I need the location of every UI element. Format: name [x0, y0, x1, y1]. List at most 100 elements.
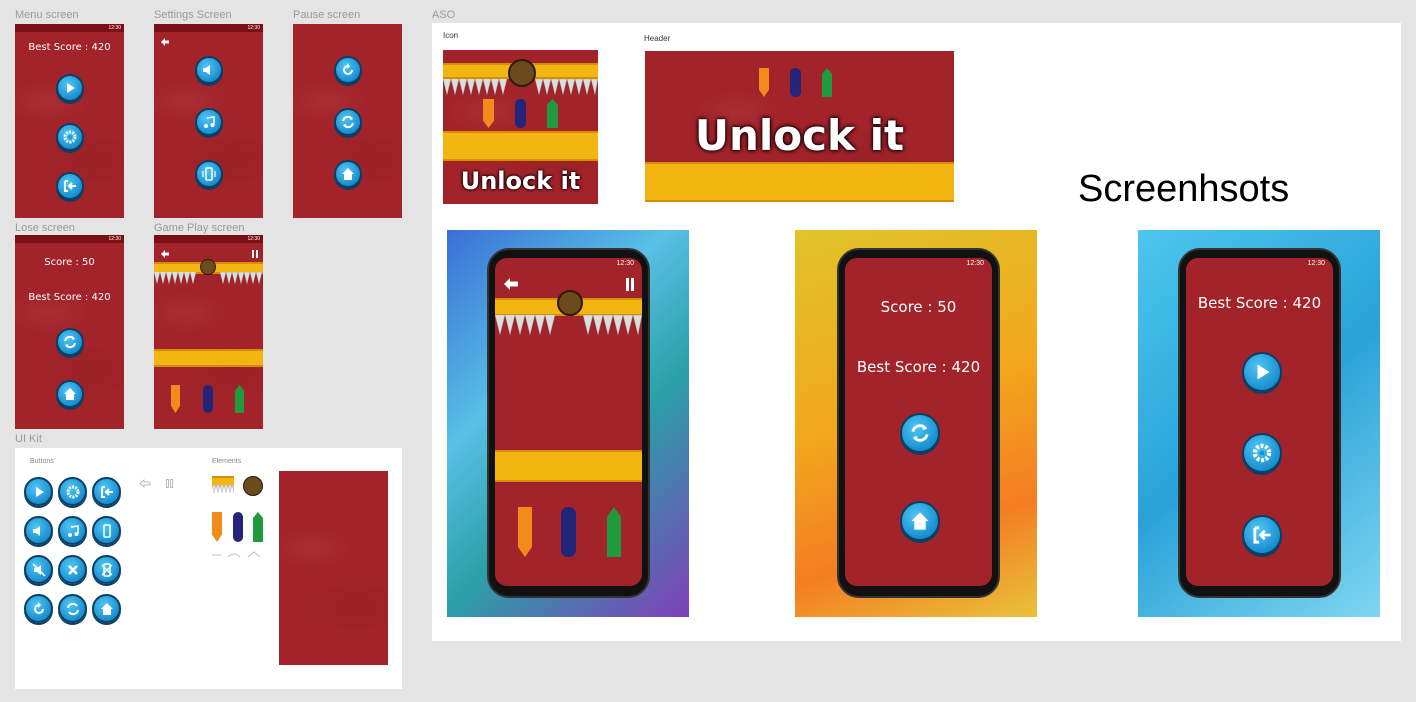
icon-navy-pillar	[515, 99, 526, 128]
back-arrow-icon[interactable]	[160, 38, 170, 46]
kit-restart-button[interactable]	[58, 594, 87, 623]
gameplay-screen-label: Game Play screen	[154, 222, 245, 234]
play-icon	[1257, 364, 1270, 380]
menu-screen[interactable]: 12:30 Best Score : 420	[15, 24, 124, 218]
elements-section-label: Elements	[212, 458, 242, 465]
home-icon	[64, 388, 76, 400]
exit-icon	[64, 180, 76, 192]
home-button[interactable]	[334, 160, 362, 188]
status-bar: 12:30	[154, 235, 263, 243]
play-button[interactable]	[1242, 352, 1282, 392]
icon-lock-icon	[508, 59, 536, 87]
app-icon-artwork: Unlock it	[443, 50, 598, 204]
phone-frame: 12:30	[487, 248, 650, 598]
kit-music-off-button[interactable]	[58, 555, 87, 584]
resume-button[interactable]	[334, 56, 362, 84]
play-button[interactable]	[56, 74, 84, 102]
screenshot-3: 12:30 Best Score : 420	[1138, 230, 1380, 617]
aso-panel: Icon Header Unlock it Unlock it Screenhs…	[432, 23, 1401, 641]
speaker-icon	[203, 65, 210, 75]
kit-settings-button[interactable]	[58, 477, 87, 506]
home-button[interactable]	[900, 501, 940, 541]
restart-button[interactable]	[56, 328, 84, 356]
pause-screen-label: Pause screen	[293, 9, 361, 21]
uikit-label: UI Kit	[15, 433, 42, 445]
lock-icon[interactable]	[557, 290, 583, 316]
back-arrow-icon[interactable]	[160, 250, 170, 258]
refresh-icon	[64, 335, 76, 349]
kit-back-arrow-icon	[139, 479, 151, 488]
kit-green-pillar	[253, 512, 263, 542]
home-icon	[911, 512, 929, 530]
kit-resume-button[interactable]	[24, 594, 53, 623]
header-green-pillar	[822, 68, 832, 97]
kit-music-button[interactable]	[58, 516, 87, 545]
kit-spikes-icon	[212, 485, 234, 493]
kit-navy-pillar	[233, 512, 243, 542]
settings-button[interactable]	[1242, 433, 1282, 473]
lock-icon[interactable]	[200, 259, 216, 275]
icon-green-pillar	[547, 99, 558, 128]
exit-button[interactable]	[1242, 515, 1282, 555]
header-title-text: Unlock it	[694, 111, 905, 160]
kit-vibration-off-button[interactable]	[92, 555, 121, 584]
header-artwork: Unlock it	[645, 51, 954, 202]
lose-screen[interactable]: 12:30 Score : 50 Best Score : 420	[15, 235, 124, 429]
pause-screen[interactable]	[293, 24, 402, 218]
spikes-icon	[495, 315, 642, 335]
best-score-text: Best Score : 420	[1197, 294, 1322, 312]
screenshot-1: 12:30	[447, 230, 689, 617]
header-navy-pillar	[790, 68, 801, 97]
sound-button[interactable]	[195, 56, 223, 84]
green-pillar[interactable]	[235, 385, 244, 413]
header-orange-pillar	[759, 68, 769, 97]
gear-icon	[63, 130, 77, 144]
platform-bar	[154, 349, 263, 367]
buttons-section-label: Buttons	[30, 458, 54, 465]
home-icon	[342, 168, 354, 180]
music-button[interactable]	[195, 108, 223, 136]
restart-button[interactable]	[900, 413, 940, 453]
phone-screen: 12:30 Best Score : 420	[1186, 258, 1333, 586]
back-arrow-icon[interactable]	[503, 278, 519, 290]
pause-icon[interactable]	[626, 278, 634, 291]
settings-screen[interactable]: 12:30	[154, 24, 263, 218]
play-icon	[67, 83, 75, 93]
exit-icon	[100, 485, 113, 498]
best-score-text: Best Score : 420	[28, 292, 111, 303]
gameplay-screen[interactable]: 12:30	[154, 235, 263, 429]
pause-icon[interactable]	[252, 250, 258, 258]
settings-screen-label: Settings Screen	[154, 9, 232, 21]
vibration-button[interactable]	[195, 160, 223, 188]
settings-button[interactable]	[56, 123, 84, 151]
close-icon	[67, 564, 78, 575]
phone-frame: 12:30 Best Score : 420	[1178, 248, 1341, 598]
score-text: Score : 50	[44, 257, 95, 268]
platform-bar	[495, 450, 642, 482]
exit-icon	[1253, 526, 1271, 544]
lose-screen-label: Lose screen	[15, 222, 75, 234]
kit-sound-off-button[interactable]	[24, 555, 53, 584]
navy-pillar[interactable]	[203, 385, 213, 413]
orange-pillar[interactable]	[518, 507, 532, 557]
restart-button[interactable]	[334, 108, 362, 136]
sound-off-icon	[31, 562, 46, 577]
aso-label: ASO	[432, 9, 456, 21]
screenshots-title: Screenhsots	[1078, 168, 1290, 210]
home-button[interactable]	[56, 380, 84, 408]
status-time: 12:30	[1307, 260, 1325, 267]
kit-home-button[interactable]	[92, 594, 121, 623]
gear-icon	[66, 485, 79, 498]
orange-pillar[interactable]	[171, 385, 180, 413]
kit-background-swatch	[279, 471, 388, 665]
green-pillar[interactable]	[607, 507, 621, 557]
kit-play-button[interactable]	[24, 477, 53, 506]
kit-exit-button[interactable]	[92, 477, 121, 506]
navy-pillar[interactable]	[561, 507, 576, 557]
exit-button[interactable]	[56, 172, 84, 200]
kit-vibration-button[interactable]	[92, 516, 121, 545]
vibrate-phone-icon	[102, 523, 111, 538]
kit-sound-button[interactable]	[24, 516, 53, 545]
kit-pause-icon	[166, 479, 173, 488]
phone-frame: 12:30 Score : 50 Best Score : 420	[837, 248, 1000, 598]
